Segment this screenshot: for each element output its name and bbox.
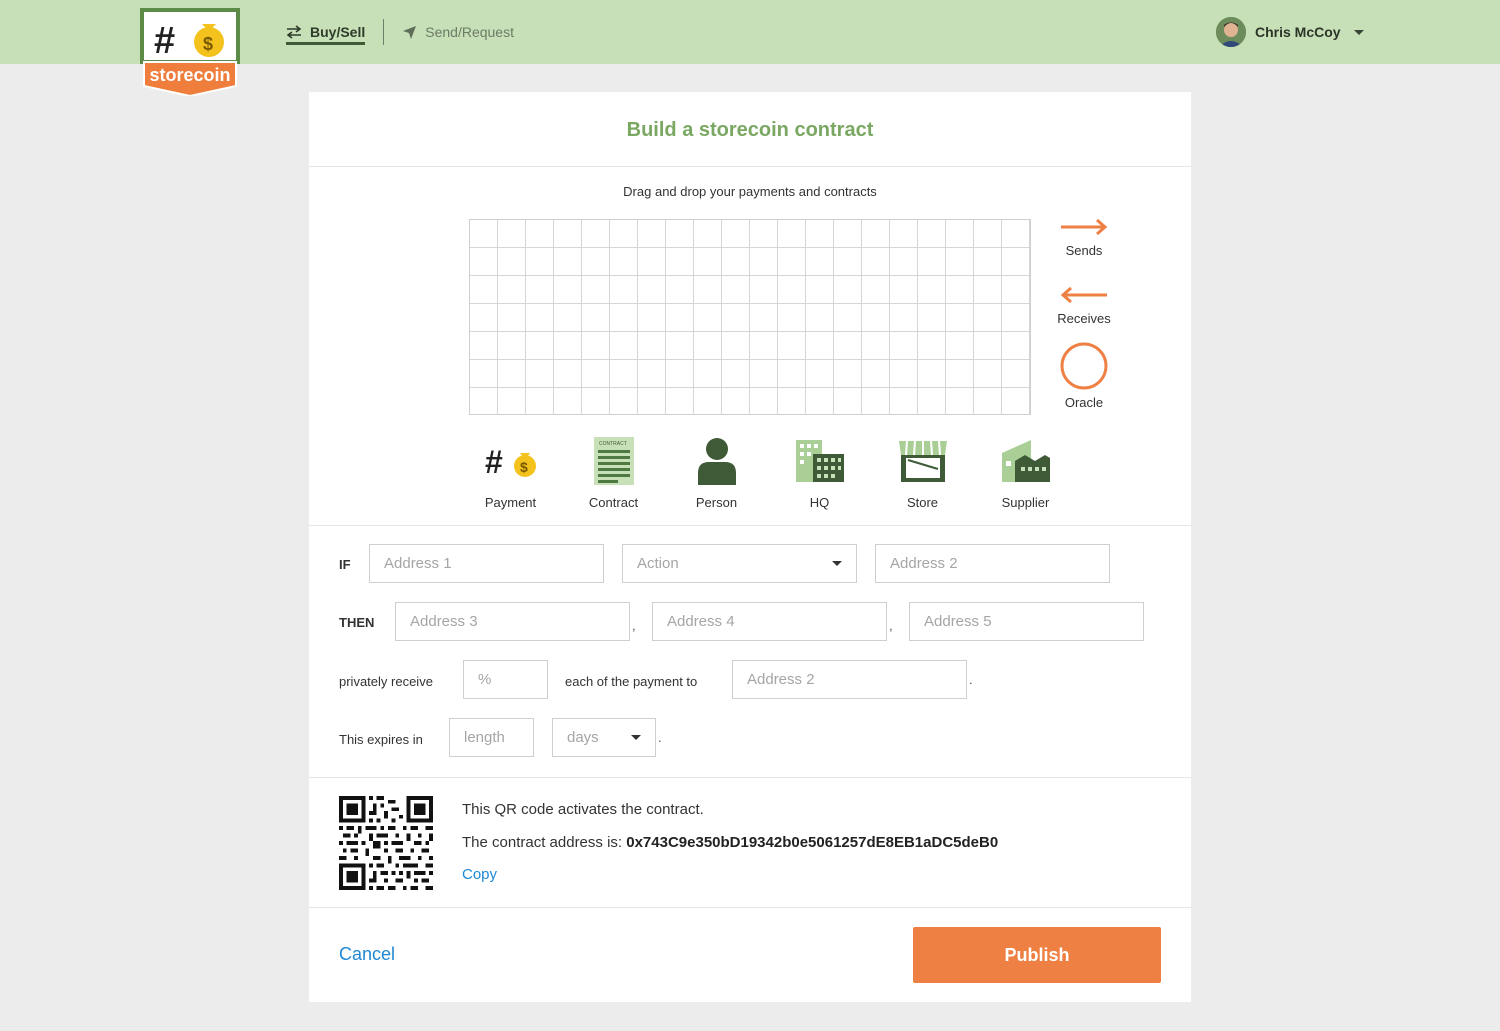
nav-send-request-label: Send/Request bbox=[425, 24, 514, 40]
cancel-button[interactable]: Cancel bbox=[339, 944, 395, 965]
legend-sends-label: Sends bbox=[1065, 243, 1103, 258]
address1-input[interactable] bbox=[369, 544, 604, 583]
qr-section: This QR code activates the contract. The… bbox=[309, 778, 1191, 908]
legend-receives-label: Receives bbox=[1057, 311, 1111, 326]
palette-person[interactable]: Person bbox=[665, 437, 768, 510]
legend-oracle-label: Oracle bbox=[1064, 395, 1104, 410]
supplier-icon bbox=[1001, 440, 1050, 482]
svg-text:$: $ bbox=[520, 459, 528, 475]
palette-payment[interactable]: # $ Payment bbox=[459, 437, 562, 510]
svg-text:#: # bbox=[485, 444, 503, 479]
comma: , bbox=[632, 618, 636, 633]
contract-address-line: The contract address is: 0x743C9e350bD19… bbox=[462, 834, 998, 851]
each-payment-label: each of the payment to bbox=[565, 674, 698, 689]
privately-receive-label: privately receive bbox=[339, 674, 433, 689]
svg-text:#: # bbox=[154, 20, 175, 62]
caret-down-icon bbox=[631, 735, 641, 740]
palette: # $ Payment CONTRACT Contract Person HQ … bbox=[459, 437, 1077, 510]
length-input[interactable] bbox=[449, 718, 534, 757]
action-select-value: Action bbox=[637, 555, 679, 572]
duration-unit-value: days bbox=[567, 729, 599, 746]
nav-buy-sell[interactable]: Buy/Sell bbox=[286, 0, 366, 64]
user-menu[interactable]: Chris McCoy bbox=[1216, 17, 1364, 47]
svg-text:$: $ bbox=[203, 34, 213, 54]
palette-payment-label: Payment bbox=[484, 495, 537, 510]
duration-unit-select[interactable]: days bbox=[552, 718, 656, 757]
card-footer: Cancel Publish bbox=[309, 908, 1191, 1001]
swap-arrows-icon bbox=[286, 25, 302, 39]
palette-hq-label: HQ bbox=[809, 495, 830, 510]
palette-contract[interactable]: CONTRACT Contract bbox=[562, 437, 665, 510]
storecoin-logo[interactable]: # $ storecoin bbox=[140, 6, 240, 98]
qr-activates-text: This QR code activates the contract. bbox=[462, 801, 704, 818]
payment-address-input[interactable] bbox=[732, 660, 967, 699]
page-title: Build a storecoin contract bbox=[309, 92, 1191, 167]
palette-contract-label: Contract bbox=[588, 495, 639, 510]
address4-input[interactable] bbox=[652, 602, 887, 641]
arrow-left-icon bbox=[1060, 286, 1107, 304]
then-label: THEN bbox=[339, 615, 375, 630]
address3-input[interactable] bbox=[395, 602, 630, 641]
palette-supplier-label: Supplier bbox=[1001, 495, 1050, 510]
legend-receives[interactable]: Receives bbox=[1049, 285, 1119, 326]
copy-address-link[interactable]: Copy bbox=[462, 866, 497, 883]
nav-send-request[interactable]: Send/Request bbox=[402, 0, 514, 64]
if-label: IF bbox=[339, 557, 351, 572]
palette-store[interactable]: Store bbox=[871, 437, 974, 510]
legend-sends[interactable]: Sends bbox=[1049, 217, 1119, 258]
contract-address-value: 0x743C9e350bD19342b0e5061257dE8EB1aDC5de… bbox=[626, 834, 999, 851]
hq-building-icon bbox=[795, 440, 844, 482]
qr-code bbox=[339, 796, 433, 890]
avatar bbox=[1216, 17, 1246, 47]
drag-hint: Drag and drop your payments and contract… bbox=[623, 184, 877, 199]
publish-button[interactable]: Publish bbox=[913, 927, 1161, 983]
top-bar: # $ storecoin Buy/Sell Send/Request Chri… bbox=[0, 0, 1500, 98]
palette-supplier[interactable]: Supplier bbox=[974, 437, 1077, 510]
palette-person-label: Person bbox=[695, 495, 738, 510]
contract-address-prefix: The contract address is: bbox=[462, 834, 623, 851]
person-icon bbox=[697, 438, 736, 485]
action-select[interactable]: Action bbox=[622, 544, 857, 583]
circle-icon bbox=[1060, 342, 1108, 390]
contract-builder: Drag and drop your payments and contract… bbox=[309, 167, 1191, 526]
chevron-down-icon bbox=[1353, 29, 1364, 35]
comma: , bbox=[889, 618, 893, 633]
paper-plane-icon bbox=[403, 25, 417, 39]
legend-oracle[interactable]: Oracle bbox=[1049, 341, 1119, 410]
drop-grid[interactable] bbox=[469, 219, 1031, 415]
percent-input[interactable] bbox=[463, 660, 548, 699]
svg-text:storecoin: storecoin bbox=[149, 65, 230, 85]
payment-icon: # $ bbox=[485, 444, 536, 479]
user-name: Chris McCoy bbox=[1255, 24, 1341, 40]
main-nav: Buy/Sell Send/Request bbox=[286, 0, 514, 64]
contract-icon: CONTRACT bbox=[593, 437, 634, 485]
arrow-right-icon bbox=[1061, 218, 1108, 236]
contract-card: Build a storecoin contract Drag and drop… bbox=[309, 92, 1191, 1002]
svg-text:CONTRACT: CONTRACT bbox=[599, 441, 627, 447]
contract-form: IF Action THEN , , privately receive eac… bbox=[309, 526, 1191, 778]
address5-input[interactable] bbox=[909, 602, 1144, 641]
palette-hq[interactable]: HQ bbox=[768, 437, 871, 510]
caret-down-icon bbox=[832, 561, 842, 566]
nav-divider bbox=[383, 19, 385, 45]
period: . bbox=[658, 730, 662, 745]
address2-input[interactable] bbox=[875, 544, 1110, 583]
store-icon bbox=[898, 440, 947, 482]
palette-store-label: Store bbox=[906, 495, 939, 510]
period: . bbox=[969, 672, 973, 687]
expires-label: This expires in bbox=[339, 732, 423, 747]
nav-buy-sell-label: Buy/Sell bbox=[310, 24, 366, 40]
